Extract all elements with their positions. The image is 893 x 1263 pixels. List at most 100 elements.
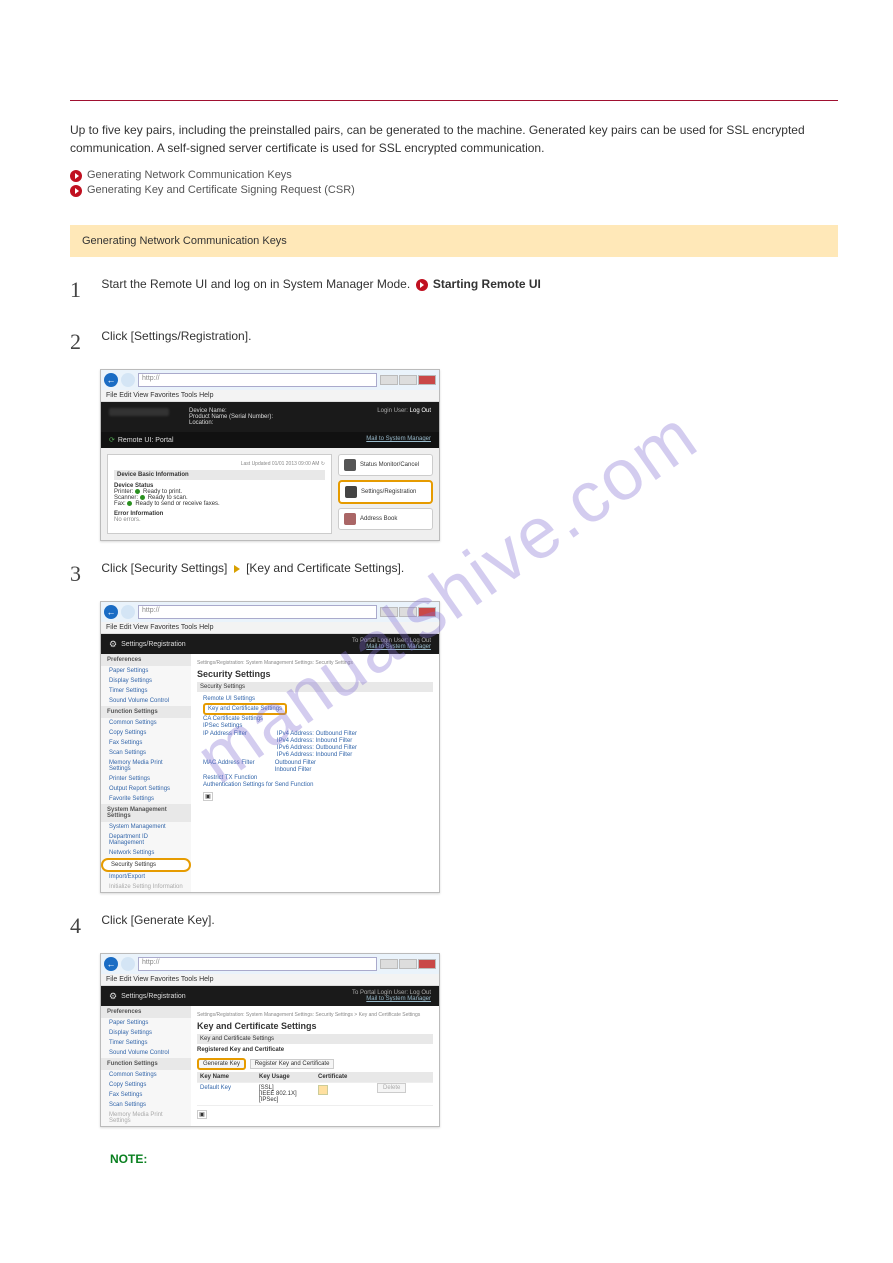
bullet-link-1[interactable]: Generating Network Communication Keys [70, 169, 838, 182]
maximize-button[interactable] [399, 959, 417, 969]
link[interactable]: MAC Address Filter [203, 760, 255, 773]
sidebar-item[interactable]: Timer Settings [101, 686, 191, 696]
delete-button[interactable]: Delete [377, 1083, 406, 1093]
mail-link[interactable]: Mail to System Manager [366, 436, 431, 442]
sidebar-item[interactable]: Memory Media Print Settings [101, 1110, 191, 1126]
step-text: Start the Remote UI and log on in System… [101, 277, 541, 291]
minimize-button[interactable] [380, 607, 398, 617]
step-1: 1 Start the Remote UI and log on in Syst… [70, 277, 838, 309]
link[interactable]: IPv4 Address: Inbound Filter [277, 738, 357, 744]
sidebar-item[interactable]: Display Settings [101, 1028, 191, 1038]
address-bar[interactable]: http:// [138, 373, 377, 387]
sidebar-item[interactable]: Printer Settings [101, 774, 191, 784]
link[interactable]: Remote UI Settings [203, 696, 427, 702]
sidebar-item[interactable]: Copy Settings [101, 1080, 191, 1090]
certificate-icon[interactable] [318, 1085, 328, 1095]
generate-key-button[interactable]: Generate Key [197, 1058, 246, 1070]
back-button[interactable]: ← [104, 373, 118, 387]
section-sub: Key and Certificate Settings [197, 1034, 433, 1044]
close-button[interactable] [418, 959, 436, 969]
status-monitor-button[interactable]: Status Monitor/Cancel [338, 454, 433, 476]
link[interactable]: IPv6 Address: Inbound Filter [277, 752, 357, 758]
top-rule [70, 100, 838, 101]
sidebar-item[interactable]: Paper Settings [101, 666, 191, 676]
sidebar-header: Preferences [101, 1006, 191, 1018]
sidebar-item[interactable]: Fax Settings [101, 738, 191, 748]
settings-sidebar: Preferences Paper Settings Display Setti… [101, 1006, 191, 1126]
bullet-text: Generating Key and Certificate Signing R… [87, 184, 355, 196]
logout-link[interactable]: Log Out [410, 408, 431, 414]
bullet-link-2[interactable]: Generating Key and Certificate Signing R… [70, 184, 838, 197]
maximize-button[interactable] [399, 375, 417, 385]
sidebar-item[interactable]: Scan Settings [101, 748, 191, 758]
sidebar-item-security[interactable]: Security Settings [101, 858, 191, 872]
link[interactable]: CA Certificate Settings [203, 716, 427, 722]
settings-registration-button[interactable]: Settings/Registration [338, 480, 433, 504]
no-errors: No errors. [114, 517, 325, 523]
step-number: 3 [70, 561, 98, 587]
mail-link[interactable]: Mail to System Manager [366, 996, 431, 1002]
back-button[interactable]: ← [104, 957, 118, 971]
sidebar-item[interactable]: Initialize Setting Information [101, 882, 191, 892]
key-name-link[interactable]: Default Key [197, 1085, 256, 1103]
browser-menu[interactable]: File Edit View Favorites Tools Help [101, 390, 439, 402]
sidebar-item[interactable]: Common Settings [101, 1070, 191, 1080]
link[interactable]: IPv4 Address: Outbound Filter [277, 731, 357, 737]
sidebar-item[interactable]: Sound Volume Control [101, 696, 191, 706]
sidebar-header: Function Settings [101, 1058, 191, 1070]
step-3: 3 Click [Security Settings] [Key and Cer… [70, 561, 838, 593]
sidebar-item[interactable]: Timer Settings [101, 1038, 191, 1048]
minimize-button[interactable] [380, 959, 398, 969]
sidebar-item[interactable]: Copy Settings [101, 728, 191, 738]
sidebar-item[interactable]: System Management [101, 822, 191, 832]
link[interactable]: IP Address Filter [203, 731, 247, 758]
register-key-button[interactable]: Register Key and Certificate [250, 1059, 335, 1069]
sidebar-item[interactable]: Output Report Settings [101, 784, 191, 794]
sidebar-item[interactable]: Favorite Settings [101, 794, 191, 804]
monitor-icon [344, 459, 356, 471]
settings-sidebar: Preferences Paper Settings Display Setti… [101, 654, 191, 892]
sidebar-item[interactable]: Import/Export [101, 872, 191, 882]
link[interactable]: IPSec Settings [203, 723, 427, 729]
link[interactable]: Inbound Filter [275, 767, 316, 773]
address-book-button[interactable]: Address Book [338, 508, 433, 530]
sidebar-item[interactable]: Display Settings [101, 676, 191, 686]
mail-link[interactable]: Mail to System Manager [366, 644, 431, 650]
browser-menu[interactable]: File Edit View Favorites Tools Help [101, 974, 439, 986]
close-button[interactable] [418, 607, 436, 617]
step-4: 4 Click [Generate Key]. [70, 913, 838, 945]
sidebar-item[interactable]: Fax Settings [101, 1090, 191, 1100]
sidebar-item[interactable]: Sound Volume Control [101, 1048, 191, 1058]
sidebar-item[interactable]: Scan Settings [101, 1100, 191, 1110]
key-cert-link[interactable]: Key and Certificate Settings [203, 703, 287, 715]
gear-icon: ⚙ [109, 991, 117, 1002]
maximize-button[interactable] [399, 607, 417, 617]
forward-button[interactable] [121, 373, 135, 387]
basic-info-header: Device Basic Information [114, 470, 325, 480]
usage: [IPSec] [259, 1097, 312, 1103]
forward-button[interactable] [121, 605, 135, 619]
sidebar-item[interactable]: Network Settings [101, 848, 191, 858]
forward-button[interactable] [121, 957, 135, 971]
address-bar[interactable]: http:// [138, 605, 377, 619]
link[interactable]: Restrict TX Function [203, 775, 427, 781]
step-number: 2 [70, 329, 98, 355]
sidebar-item[interactable]: Department ID Management [101, 832, 191, 848]
sidebar-item[interactable]: Paper Settings [101, 1018, 191, 1028]
step-link[interactable]: Starting Remote UI [433, 277, 541, 291]
browser-menu[interactable]: File Edit View Favorites Tools Help [101, 622, 439, 634]
fax-label: Fax: [114, 501, 126, 507]
sidebar-item[interactable]: Common Settings [101, 718, 191, 728]
sidebar-header: Preferences [101, 654, 191, 666]
close-button[interactable] [418, 375, 436, 385]
link[interactable]: IPv6 Address: Outbound Filter [277, 745, 357, 751]
address-bar[interactable]: http:// [138, 957, 377, 971]
page-title: Key and Certificate Settings [197, 1021, 433, 1031]
link[interactable]: Outbound Filter [275, 760, 316, 766]
back-button[interactable]: ← [104, 605, 118, 619]
link[interactable]: Authentication Settings for Send Functio… [203, 782, 427, 788]
section-banner: Generating Network Communication Keys [70, 225, 838, 257]
minimize-button[interactable] [380, 375, 398, 385]
step-text: Click [Security Settings] [Key and Certi… [101, 561, 404, 575]
sidebar-item[interactable]: Memory Media Print Settings [101, 758, 191, 774]
